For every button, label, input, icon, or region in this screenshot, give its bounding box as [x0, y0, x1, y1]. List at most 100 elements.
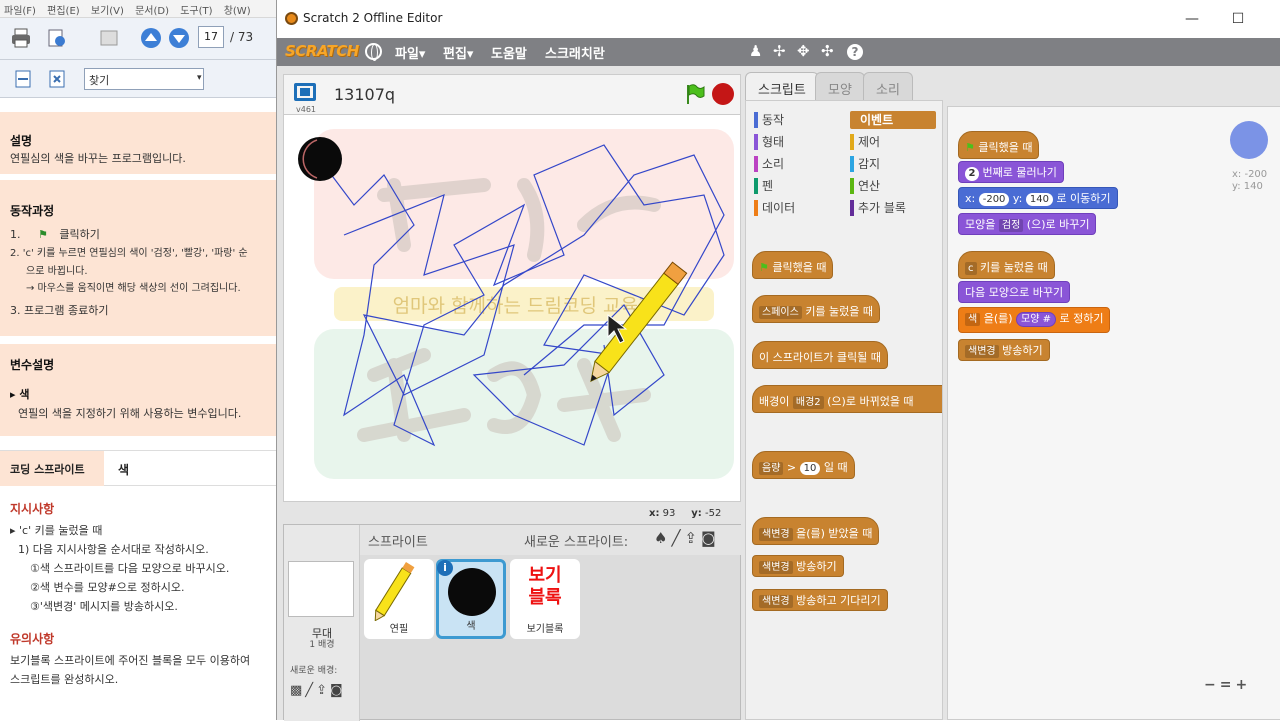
zoom-out-icon[interactable]: − [1204, 677, 1220, 693]
sprite-card-color[interactable]: i 색 [436, 559, 506, 639]
help-icon[interactable]: ? [847, 44, 863, 60]
previous-page-icon[interactable] [140, 27, 162, 49]
stage-canvas[interactable]: 엄마와 함께하는 드림코딩 교육가 [283, 114, 741, 502]
pdf-menu-edit[interactable]: 편집(E) [43, 0, 84, 17]
fit-page-icon[interactable] [46, 68, 68, 90]
search-input[interactable]: 찾기 [84, 68, 204, 90]
cut-icon[interactable]: ✢ [773, 42, 786, 60]
block-when-backdrop-switches[interactable]: 배경이 배경2 (으)로 바뀌었을 때 [752, 385, 942, 413]
tab-costumes[interactable]: 모양 [815, 72, 865, 100]
category-sensing[interactable]: 감지 [850, 155, 880, 173]
page-number-input[interactable]: 17 [198, 26, 224, 48]
category-operators[interactable]: 연산 [850, 177, 880, 195]
export-icon[interactable] [46, 27, 68, 49]
category-more-blocks[interactable]: 추가 블록 [850, 199, 906, 217]
variable-name: ▸ 색 [10, 388, 30, 401]
color-sprite-ball[interactable] [298, 137, 342, 181]
block-when-flag-clicked[interactable]: ⚑ 클릭했을 때 [752, 251, 834, 279]
stage-header: v461 13107q [283, 74, 741, 114]
coding-sprite-label: 코딩 스프라이트 [0, 451, 104, 487]
block-when-sprite-clicked[interactable]: 이 스프라이트가 클릭될 때 [752, 341, 888, 369]
globe-icon[interactable] [365, 43, 382, 61]
info-icon[interactable]: i [437, 560, 453, 576]
block-when-loudness[interactable]: 음량 > 10 일 때 [752, 451, 855, 479]
script-go-to-xy[interactable]: x: -200 y: 140 로 이동하기 [958, 187, 1118, 209]
menu-edit[interactable]: 편집▾ [443, 43, 473, 62]
scratch-editor-window: Scratch 2 Offline Editor — ☐ ✕ SCRATCH 파… [276, 0, 1280, 721]
menu-help[interactable]: 도움말 [491, 43, 527, 62]
step-number: 1. [10, 228, 21, 241]
new-backdrop-tools: ▩╱⇪◙ [290, 683, 346, 698]
tab-sounds[interactable]: 소리 [863, 72, 913, 100]
minimize-button[interactable]: — [1177, 6, 1207, 32]
duplicate-icon[interactable]: ♟ [749, 42, 762, 60]
description-text: 연필심의 색을 바꾸는 프로그램입니다. [10, 152, 186, 165]
chevron-down-icon[interactable]: ▾ [197, 73, 202, 83]
category-looks[interactable]: 형태 [754, 133, 784, 151]
script-when-flag-clicked[interactable]: ⚑ 클릭했을 때 [958, 131, 1040, 159]
stage-thumbnail[interactable] [288, 561, 354, 617]
notes-title: 유의사항 [10, 632, 55, 646]
script-broadcast[interactable]: 색변경 방송하기 [958, 339, 1050, 361]
sprite-card-label: 연필 [389, 624, 409, 635]
block-when-key-pressed[interactable]: 스페이스 키를 눌렀을 때 [752, 295, 881, 323]
shrink-icon[interactable]: ✣ [821, 42, 834, 60]
variable-section: 변수설명 ▸ 색 연필의 색을 지정하기 위해 사용하는 변수입니다. [0, 344, 276, 436]
script-next-costume[interactable]: 다음 모양으로 바꾸기 [958, 281, 1071, 303]
category-control[interactable]: 제어 [850, 133, 880, 151]
pdf-menu-view[interactable]: 보기(V) [87, 0, 128, 17]
pdf-menu-file[interactable]: 파일(F) [0, 0, 40, 17]
maximize-button[interactable]: ☐ [1223, 6, 1253, 32]
process-step-3: 3. 프로그램 종료하기 [10, 304, 109, 317]
menu-about[interactable]: 스크래치란 [545, 43, 605, 62]
category-events[interactable]: 이벤트 [850, 111, 936, 129]
version-label: v461 [296, 105, 317, 114]
coding-sprite-value: 색 [118, 463, 130, 477]
fit-width-icon[interactable] [12, 68, 34, 90]
camera-icon[interactable]: ◙ [330, 683, 346, 698]
fullscreen-icon[interactable] [294, 83, 316, 101]
green-flag-icon[interactable] [684, 83, 706, 105]
block-broadcast-and-wait[interactable]: 색변경 방송하고 기다리기 [752, 589, 888, 611]
sign-icon[interactable] [98, 27, 120, 49]
script-set-variable[interactable]: 색 을(를) 모양 # 로 정하기 [958, 307, 1111, 333]
script-when-c-key-pressed[interactable]: c 키를 눌렀을 때 [958, 251, 1055, 279]
stop-icon[interactable] [712, 83, 734, 105]
pdf-menu-window[interactable]: 창(W) [220, 0, 255, 17]
current-sprite-coordinates: x: -200 y: 140 [1232, 169, 1268, 192]
scratch-logo[interactable]: SCRATCH [285, 42, 359, 60]
pdf-menu-tools[interactable]: 도구(T) [176, 0, 216, 17]
pdf-menu-document[interactable]: 문서(D) [131, 0, 173, 17]
script-go-back-layers[interactable]: 2 번째로 물러나기 [958, 161, 1064, 183]
description-title: 설명 [10, 134, 33, 148]
brush-icon[interactable]: ╱ [305, 683, 316, 698]
variable-title: 변수설명 [10, 358, 55, 372]
paint-backdrop-icon[interactable]: ▩ [290, 683, 305, 698]
upload-icon[interactable]: ⇪ [316, 683, 330, 698]
category-pen[interactable]: 펜 [754, 177, 773, 195]
block-when-receive[interactable]: 색변경 을(를) 받았을 때 [752, 517, 880, 545]
category-motion[interactable]: 동작 [754, 111, 784, 129]
script-switch-costume[interactable]: 모양을 검정 (으)로 바꾸기 [958, 213, 1097, 235]
block-broadcast[interactable]: 색변경 방송하기 [752, 555, 844, 577]
zoom-reset-icon[interactable]: = [1220, 677, 1236, 693]
script-area[interactable]: ⚑ 클릭했을 때 2 번째로 물러나기 x: -200 y: 140 로 이동하… [947, 106, 1280, 720]
project-title-input[interactable]: 13107q [334, 85, 395, 104]
upload-sprite-icon[interactable]: ⇪ [684, 529, 701, 547]
sprite-card-view-blocks[interactable]: 보기 블록 보기블록 [510, 559, 580, 639]
camera-sprite-icon[interactable]: ◙ [701, 529, 720, 547]
tab-scripts[interactable]: 스크립트 [745, 72, 819, 100]
menu-file[interactable]: 파일▾ [395, 43, 425, 62]
scratch-cat-icon [285, 12, 298, 25]
print-icon[interactable] [10, 27, 32, 49]
window-title: Scratch 2 Offline Editor [303, 11, 443, 25]
category-sound[interactable]: 소리 [754, 155, 784, 173]
instruction-trigger: ▸ 'c' 키를 눌렀을 때 [10, 524, 103, 537]
sprite-library-icon[interactable]: ♠ [654, 529, 671, 547]
paint-sprite-icon[interactable]: ╱ [671, 529, 684, 547]
grow-icon[interactable]: ✥ [797, 42, 810, 60]
sprite-card-pencil[interactable]: 연필 [364, 559, 434, 639]
next-page-icon[interactable] [168, 27, 190, 49]
category-data[interactable]: 데이터 [754, 199, 795, 217]
zoom-in-icon[interactable]: + [1235, 677, 1251, 693]
